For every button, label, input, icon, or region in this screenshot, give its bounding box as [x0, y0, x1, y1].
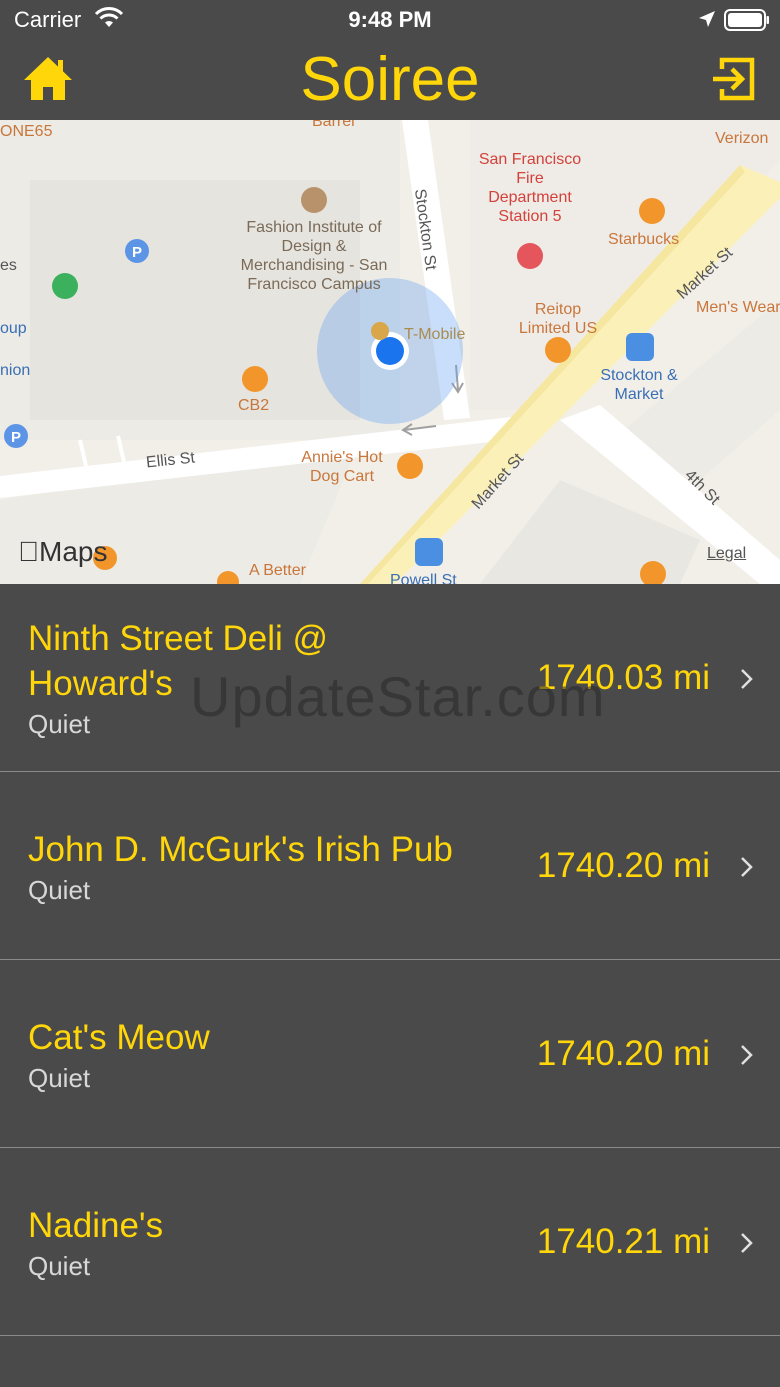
map-label-men-wearhouse: Men's Wearhouse: [696, 299, 780, 316]
map-label-edge-nion: nion: [0, 362, 31, 379]
venue-list: Ninth Street Deli @ Howard's Quiet 1740.…: [0, 584, 780, 1336]
map-label-barrel: Barrel: [312, 120, 355, 130]
status-bar: Carrier 9:48 PM: [0, 0, 780, 40]
venue-status: Quiet: [28, 1062, 91, 1093]
logout-icon: [713, 57, 755, 101]
venue-row[interactable]: John D. McGurk's Irish Pub Quiet 1740.20…: [0, 772, 780, 960]
map-label-powell-st: Powell St: [390, 572, 457, 584]
venue-name: Nadine's: [28, 1205, 164, 1245]
svg-text:P: P: [11, 429, 21, 446]
map-label-fidm: Fashion Institute of Design & Merchandis…: [240, 219, 388, 293]
map-label-zone: ONE65: [0, 123, 53, 140]
venue-text: Cat's Meow Quiet: [28, 960, 458, 1148]
map-canvas: P P: [0, 120, 780, 584]
venue-name: John D. McGurk's Irish Pub: [28, 829, 453, 869]
svg-text:P: P: [132, 244, 142, 261]
chevron-right-icon: [741, 857, 753, 877]
venue-name: Ninth Street Deli @ Howard's: [28, 619, 329, 703]
chevron-right-icon: [741, 1045, 753, 1065]
venue-status: Quiet: [28, 709, 91, 739]
map-label-annies: Annie's Hot Dog Cart: [301, 449, 383, 485]
venue-distance: 1740.03 mi: [536, 658, 710, 697]
clock-label: 9:48 PM: [348, 7, 432, 32]
venue-row[interactable]: Ninth Street Deli @ Howard's Quiet 1740.…: [0, 584, 780, 772]
map-label-verizon: Verizon: [715, 130, 769, 147]
venue-text: Ninth Street Deli @ Howard's Quiet: [28, 584, 458, 772]
venue-row[interactable]: Cat's Meow Quiet 1740.20 mi: [0, 960, 780, 1148]
map-view[interactable]: P P ONE65 Barrel es oup nion Fashion Ins…: [0, 120, 780, 584]
venue-text: John D. McGurk's Irish Pub Quiet: [28, 772, 458, 960]
maps-logo-text: Maps: [18, 536, 107, 567]
venue-row[interactable]: Nadine's Quiet 1740.21 mi: [0, 1148, 780, 1336]
map-label-edge-es: es: [0, 257, 17, 274]
apple-maps-logo: Maps: [18, 536, 107, 568]
battery-icon: [724, 9, 770, 36]
app-title: Soiree: [300, 45, 480, 114]
location-arrow-icon: [697, 9, 717, 34]
map-label-stockton-market: Stockton & Market: [600, 367, 678, 403]
legal-link[interactable]: Legal: [707, 545, 746, 563]
venue-status: Quiet: [28, 1250, 91, 1281]
apple-logo-icon: : [18, 536, 39, 567]
venue-distance: 1740.20 mi: [536, 846, 710, 885]
map-label-tmobile: T-Mobile: [404, 326, 466, 343]
navigation-bar: Soiree: [0, 40, 780, 120]
venue-status: Quiet: [28, 874, 91, 905]
map-label-edge-oup: oup: [0, 320, 27, 337]
venue-distance: 1740.20 mi: [536, 1034, 710, 1073]
map-label-sf-fire: San Francisco Fire Department Station 5: [478, 151, 582, 225]
map-label-a-better: A Better: [249, 562, 306, 579]
map-label-cb2: CB2: [238, 397, 270, 414]
venue-distance: 1740.21 mi: [536, 1222, 710, 1261]
map-label-reitop: Reitop Limited US: [518, 301, 598, 337]
venue-name: Cat's Meow: [28, 1017, 210, 1057]
logout-button[interactable]: [708, 54, 758, 104]
map-label-starbucks: Starbucks: [608, 231, 680, 248]
venue-text: Nadine's Quiet: [28, 1148, 458, 1336]
chevron-right-icon: [741, 669, 753, 689]
chevron-right-icon: [741, 1233, 753, 1253]
